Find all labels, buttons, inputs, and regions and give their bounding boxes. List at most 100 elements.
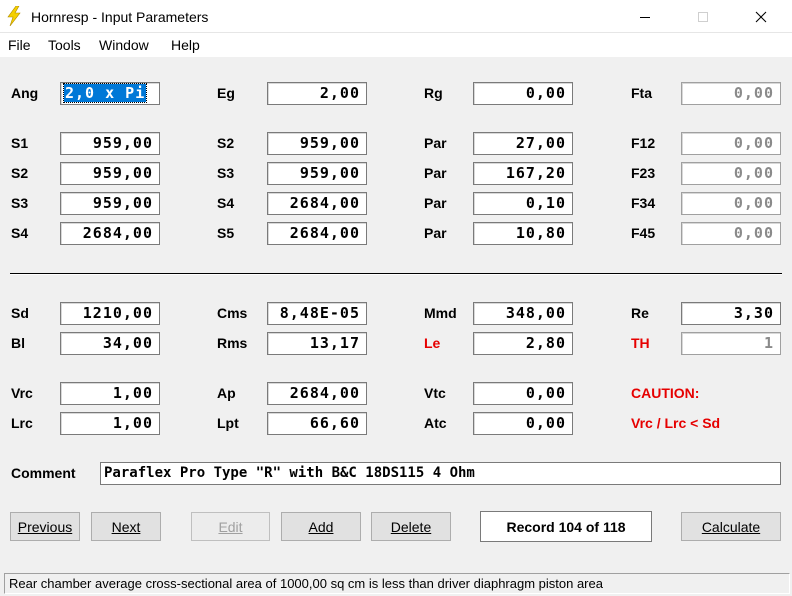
f12-label: F12	[631, 135, 656, 151]
s2-label: S2	[11, 165, 29, 181]
f12-field[interactable]: 0,00	[681, 132, 781, 155]
mmd-label: Mmd	[424, 305, 457, 321]
par-field[interactable]: 0,10	[473, 192, 573, 215]
menu-help[interactable]: Help	[171, 37, 200, 53]
calculate-button[interactable]: Calculate	[681, 512, 781, 541]
fta-label: Fta	[631, 85, 652, 101]
s3-field[interactable]: 959,00	[60, 192, 160, 215]
add-button-label: Add	[308, 518, 334, 535]
delete-button-label: Delete	[390, 518, 432, 535]
calculate-button-label: Calculate	[701, 518, 761, 535]
s4-label: S4	[217, 195, 235, 211]
lpt-label: Lpt	[217, 415, 239, 431]
s4-field[interactable]: 2684,00	[60, 222, 160, 245]
edit-button-label: Edit	[218, 518, 243, 535]
menu-bar: File Tools Window Help	[0, 33, 792, 57]
cms-field[interactable]: 8,48E-05	[267, 302, 367, 325]
lrc-label: Lrc	[11, 415, 33, 431]
menu-window[interactable]: Window	[99, 37, 149, 53]
vtc-field[interactable]: 0,00	[473, 382, 573, 405]
vtc-label: Vtc	[424, 385, 446, 401]
minimize-icon	[640, 16, 650, 18]
par-label: Par	[424, 195, 447, 211]
par-field[interactable]: 167,20	[473, 162, 573, 185]
f45-label: F45	[631, 225, 656, 241]
s2-field[interactable]: 959,00	[267, 132, 367, 155]
atc-field[interactable]: 0,00	[473, 412, 573, 435]
rms-field[interactable]: 13,17	[267, 332, 367, 355]
ang-field-selected-text: 2,0 x Pi	[62, 83, 148, 103]
add-button[interactable]: Add	[281, 512, 361, 541]
status-message: Rear chamber average cross-sectional are…	[4, 573, 790, 594]
s2-field[interactable]: 959,00	[60, 162, 160, 185]
comment-field[interactable]: Paraflex Pro Type "R" with B&C 18DS115 4…	[100, 462, 781, 485]
section-divider	[10, 273, 782, 275]
f45-field[interactable]: 0,00	[681, 222, 781, 245]
le-field[interactable]: 2,80	[473, 332, 573, 355]
fta-field[interactable]: 0,00	[681, 82, 781, 105]
th-label: TH	[631, 335, 650, 351]
s3-label: S3	[217, 165, 235, 181]
mmd-field[interactable]: 348,00	[473, 302, 573, 325]
next-button[interactable]: Next	[91, 512, 161, 541]
maximize-icon	[698, 11, 708, 22]
status-bar: Rear chamber average cross-sectional are…	[0, 571, 792, 596]
ap-field[interactable]: 2684,00	[267, 382, 367, 405]
th-field[interactable]: 1	[681, 332, 781, 355]
s4-field[interactable]: 2684,00	[267, 192, 367, 215]
window-title: Hornresp - Input Parameters	[31, 9, 209, 25]
previous-button[interactable]: Previous	[10, 512, 80, 541]
close-button[interactable]	[738, 0, 784, 33]
vrc-label: Vrc	[11, 385, 33, 401]
par-field[interactable]: 27,00	[473, 132, 573, 155]
lrc-field[interactable]: 1,00	[60, 412, 160, 435]
edit-button[interactable]: Edit	[191, 512, 270, 541]
rg-label: Rg	[424, 85, 443, 101]
f23-field[interactable]: 0,00	[681, 162, 781, 185]
s4-label: S4	[11, 225, 29, 241]
title-bar: Hornresp - Input Parameters	[0, 0, 792, 33]
rg-field[interactable]: 0,00	[473, 82, 573, 105]
ap-label: Ap	[217, 385, 236, 401]
f23-label: F23	[631, 165, 656, 181]
ang-label: Ang	[11, 85, 39, 101]
par-label: Par	[424, 165, 447, 181]
maximize-button[interactable]	[680, 0, 726, 33]
f34-field[interactable]: 0,00	[681, 192, 781, 215]
par-label: Par	[424, 225, 447, 241]
s2-label: S2	[217, 135, 235, 151]
par-label: Par	[424, 135, 447, 151]
s1-field[interactable]: 959,00	[60, 132, 160, 155]
eg-field[interactable]: 2,00	[267, 82, 367, 105]
bl-field[interactable]: 34,00	[60, 332, 160, 355]
minimize-button[interactable]	[622, 0, 668, 33]
close-icon	[755, 11, 767, 22]
rms-label: Rms	[217, 335, 248, 351]
atc-label: Atc	[424, 415, 447, 431]
previous-button-label: Previous	[17, 518, 73, 535]
vrc-field[interactable]: 1,00	[60, 382, 160, 405]
lpt-field[interactable]: 66,60	[267, 412, 367, 435]
s5-label: S5	[217, 225, 235, 241]
caution-label: CAUTION:	[631, 385, 700, 401]
s3-label: S3	[11, 195, 29, 211]
re-label: Re	[631, 305, 649, 321]
par-field[interactable]: 10,80	[473, 222, 573, 245]
cms-label: Cms	[217, 305, 248, 321]
sd-field[interactable]: 1210,00	[60, 302, 160, 325]
comment-label: Comment	[11, 465, 76, 481]
record-indicator: Record 104 of 118	[480, 511, 652, 542]
delete-button[interactable]: Delete	[371, 512, 451, 541]
next-button-label: Next	[111, 518, 141, 535]
menu-tools[interactable]: Tools	[48, 37, 81, 53]
ang-field[interactable]: 2,0 x Pi	[60, 82, 160, 105]
menu-file[interactable]: File	[8, 37, 31, 53]
bl-label: Bl	[11, 335, 25, 351]
lightning-bolt-icon	[7, 6, 21, 26]
s1-label: S1	[11, 135, 29, 151]
s3-field[interactable]: 959,00	[267, 162, 367, 185]
f34-label: F34	[631, 195, 656, 211]
le-label: Le	[424, 335, 441, 351]
re-field[interactable]: 3,30	[681, 302, 781, 325]
s5-field[interactable]: 2684,00	[267, 222, 367, 245]
